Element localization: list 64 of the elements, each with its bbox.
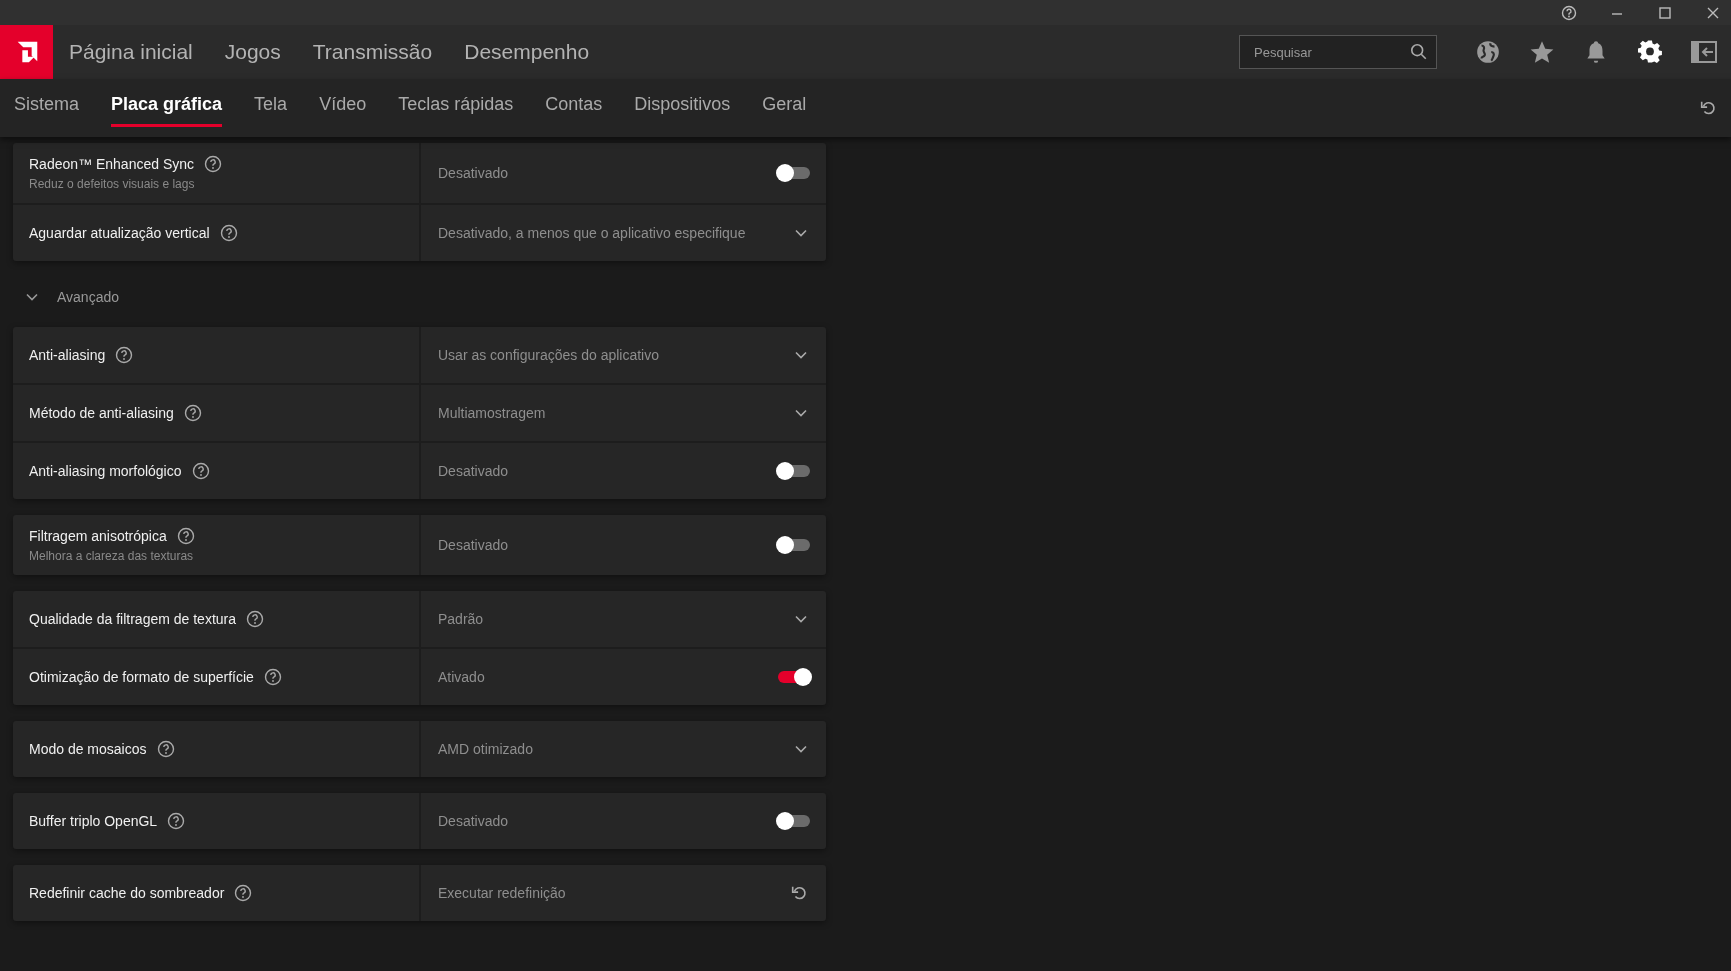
toggle-switch[interactable] [778,465,810,477]
setting-value: AMD otimizado [438,741,534,757]
settings-tab[interactable]: Vídeo [319,89,367,127]
setting-label: Radeon™ Enhanced Sync [29,156,194,172]
help-icon[interactable] [1561,4,1577,21]
setting-label: Redefinir cache do sombreador [29,885,225,901]
settings-tab[interactable]: Sistema [14,89,80,127]
help-icon[interactable] [263,668,282,686]
help-icon[interactable] [246,610,264,628]
setting-value: Desativado [438,165,510,181]
help-icon[interactable] [176,527,195,545]
setting-value: Padrão [438,611,485,627]
maximize-icon[interactable] [1657,4,1673,21]
setting-label: Aguardar atualização vertical [29,225,210,241]
settings-tab[interactable]: Teclas rápidas [398,89,514,127]
help-icon[interactable] [156,740,175,758]
setting-label: Qualidade da filtragem de textura [29,611,236,627]
search-icon[interactable] [1410,43,1428,61]
search-field[interactable]: Pesquisar [1239,35,1437,69]
reset-icon[interactable] [790,884,808,902]
nav-link[interactable]: Desempenho [464,40,590,64]
star-icon[interactable] [1529,39,1555,65]
setting-value: Executar redefinição [438,885,567,901]
reset-icon[interactable] [1699,99,1717,117]
nav-link[interactable]: Transmissão [312,40,433,64]
setting-description: Melhora a clareza das texturas [29,549,195,563]
setting-value: Usar as configurações do aplicativo [438,347,660,363]
settings-tab[interactable]: Dispositivos [634,89,731,127]
help-icon[interactable] [234,884,253,902]
help-icon[interactable] [115,346,134,364]
setting-label: Método de anti-aliasing [29,405,174,421]
setting-label: Buffer triplo OpenGL [29,813,158,829]
setting-value: Desativado [438,813,510,829]
sidebar-panel-icon[interactable] [1691,39,1717,65]
settings-icon[interactable] [1637,39,1663,65]
help-icon[interactable] [167,812,186,830]
setting-label: Anti-aliasing morfológico [29,463,182,479]
settings-tab[interactable]: Placa gráfica [111,89,223,127]
setting-value: Desativado [438,537,510,553]
setting-label: Modo de mosaicos [29,741,147,757]
setting-value: Multiamostragem [438,405,547,421]
help-icon[interactable] [183,404,202,422]
toggle-switch[interactable] [778,167,810,179]
help-icon[interactable] [204,155,222,173]
help-icon[interactable] [219,224,238,242]
toggle-switch[interactable] [778,539,810,551]
toggle-switch[interactable] [778,815,810,827]
nav-link[interactable]: Jogos [224,40,281,64]
setting-description: Reduz o defeitos visuais e lags [29,177,196,191]
setting-label: Anti-aliasing [29,347,106,363]
nav-link[interactable]: Página inicial [69,40,193,64]
setting-value: Desativado [438,463,510,479]
setting-value: Desativado, a menos que o aplicativo especifique [438,225,747,241]
settings-tab[interactable]: Geral [762,89,807,127]
setting-label: Filtragem anisotrópica [29,528,167,544]
settings-tab[interactable]: Contas [545,89,603,127]
setting-label: Otimização de formato de superfície [29,669,254,685]
logo-icon[interactable] [0,25,53,79]
help-icon[interactable] [191,462,210,480]
settings-tab[interactable]: Tela [254,89,288,127]
globe-icon[interactable] [1475,39,1501,65]
section-title[interactable]: Avançado [57,289,119,305]
setting-value: Ativado [438,669,486,685]
toggle-switch[interactable] [778,671,810,683]
